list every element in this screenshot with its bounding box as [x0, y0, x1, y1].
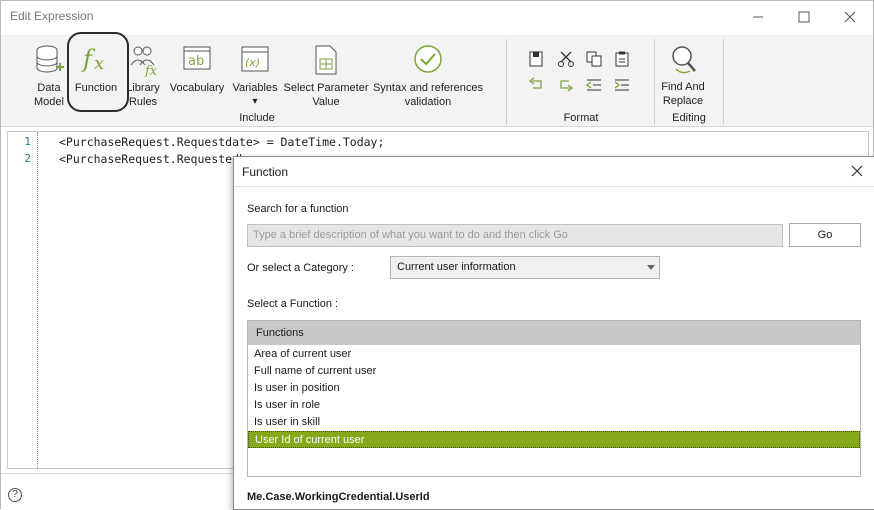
data-model-button[interactable]: Data Model [27, 35, 71, 127]
svg-text:ab: ab [188, 54, 204, 69]
vocabulary-label: Vocabulary [169, 82, 225, 94]
search-label: Search for a function [247, 203, 349, 215]
functions-list-header: Functions [248, 321, 860, 345]
close-icon [851, 165, 863, 177]
list-item[interactable]: Area of current user [248, 346, 860, 363]
function-search-input[interactable]: Type a brief description of what you wan… [247, 224, 783, 247]
function-expression-preview: Me.Case.WorkingCredential.UserId [247, 491, 430, 503]
list-item[interactable]: Full name of current user [248, 363, 860, 380]
variables-dropdown-arrow[interactable]: ▾ [229, 95, 281, 109]
select-function-label: Select a Function : [247, 298, 339, 310]
maximize-icon [798, 11, 810, 23]
edit-expression-window: Edit Expression Data Model f x Function … [0, 0, 874, 510]
category-label: Or select a Category : [247, 262, 354, 274]
syntax-validation-label: Syntax and references validation [372, 82, 484, 108]
save-icon[interactable] [527, 51, 545, 67]
chevron-down-icon [647, 265, 655, 270]
database-icon [36, 45, 64, 73]
svg-text:(x): (x) [245, 56, 260, 69]
list-item[interactable]: Is user in role [248, 397, 860, 414]
paste-icon[interactable] [613, 51, 631, 67]
svg-text:fx: fx [144, 64, 158, 77]
ribbon-separator [723, 39, 724, 125]
vocabulary-icon: ab [183, 46, 211, 70]
title-bar: Edit Expression [1, 1, 873, 33]
select-parameter-value-button[interactable]: Select Parameter Value [283, 35, 369, 127]
copy-icon[interactable] [585, 51, 603, 67]
functions-list[interactable]: Functions Area of current user Full name… [247, 320, 861, 477]
line-number: 1 [24, 135, 31, 148]
data-model-label: Data Model [34, 82, 64, 108]
category-select[interactable]: Current user information [390, 256, 660, 279]
line-number: 2 [24, 152, 31, 165]
variables-icon: (x) [241, 46, 269, 72]
function-highlight-ring [67, 32, 129, 112]
list-item[interactable]: Is user in skill [248, 414, 860, 431]
minimize-button[interactable] [735, 1, 781, 33]
dialog-close-button[interactable] [846, 160, 868, 182]
maximize-button[interactable] [781, 1, 827, 33]
undo-icon[interactable] [527, 77, 545, 93]
find-and-replace-label: Find And Replace [661, 81, 705, 107]
minimize-icon [753, 16, 763, 18]
validation-check-icon [414, 45, 442, 73]
variables-label: Variables [232, 82, 278, 94]
editing-group-label: Editing [672, 112, 706, 124]
select-parameter-value-label: Select Parameter Value [283, 82, 369, 108]
window-title: Edit Expression [10, 9, 94, 23]
ribbon-separator [654, 39, 655, 125]
help-icon[interactable]: ? [8, 488, 22, 502]
dialog-title: Function [242, 165, 289, 179]
library-rules-icon: fx [130, 46, 158, 77]
close-icon [844, 11, 856, 23]
find-replace-icon [672, 46, 696, 74]
redo-icon[interactable] [557, 77, 575, 93]
category-selected-value: Current user information [397, 261, 516, 273]
ribbon-separator [506, 39, 507, 125]
syntax-validation-button[interactable]: Syntax and references validation [371, 35, 485, 127]
ribbon-toolbar: Data Model f x Function fx Library Rules [1, 35, 873, 127]
vocabulary-button[interactable]: ab Vocabulary [167, 35, 227, 127]
outdent-icon[interactable] [585, 77, 603, 93]
include-group-label: Include [239, 112, 275, 124]
indent-icon[interactable] [613, 77, 631, 93]
select-parameter-icon [315, 45, 337, 75]
dialog-title-bar: Function [234, 157, 874, 187]
code-line[interactable]: <PurchaseRequest.Requestdate> = DateTime… [59, 135, 384, 149]
list-item-selected[interactable]: User Id of current user [248, 431, 860, 448]
format-group-label: Format [563, 112, 599, 124]
go-button[interactable]: Go [789, 223, 861, 247]
code-line[interactable]: <PurchaseRequest.Requestedby> [59, 152, 260, 166]
function-dialog: Function Search for a function Type a br… [233, 156, 874, 510]
window-close-button[interactable] [827, 1, 873, 33]
list-item[interactable]: Is user in position [248, 380, 860, 397]
line-number-gutter: 1 2 [8, 132, 38, 468]
cut-icon[interactable] [557, 51, 575, 67]
